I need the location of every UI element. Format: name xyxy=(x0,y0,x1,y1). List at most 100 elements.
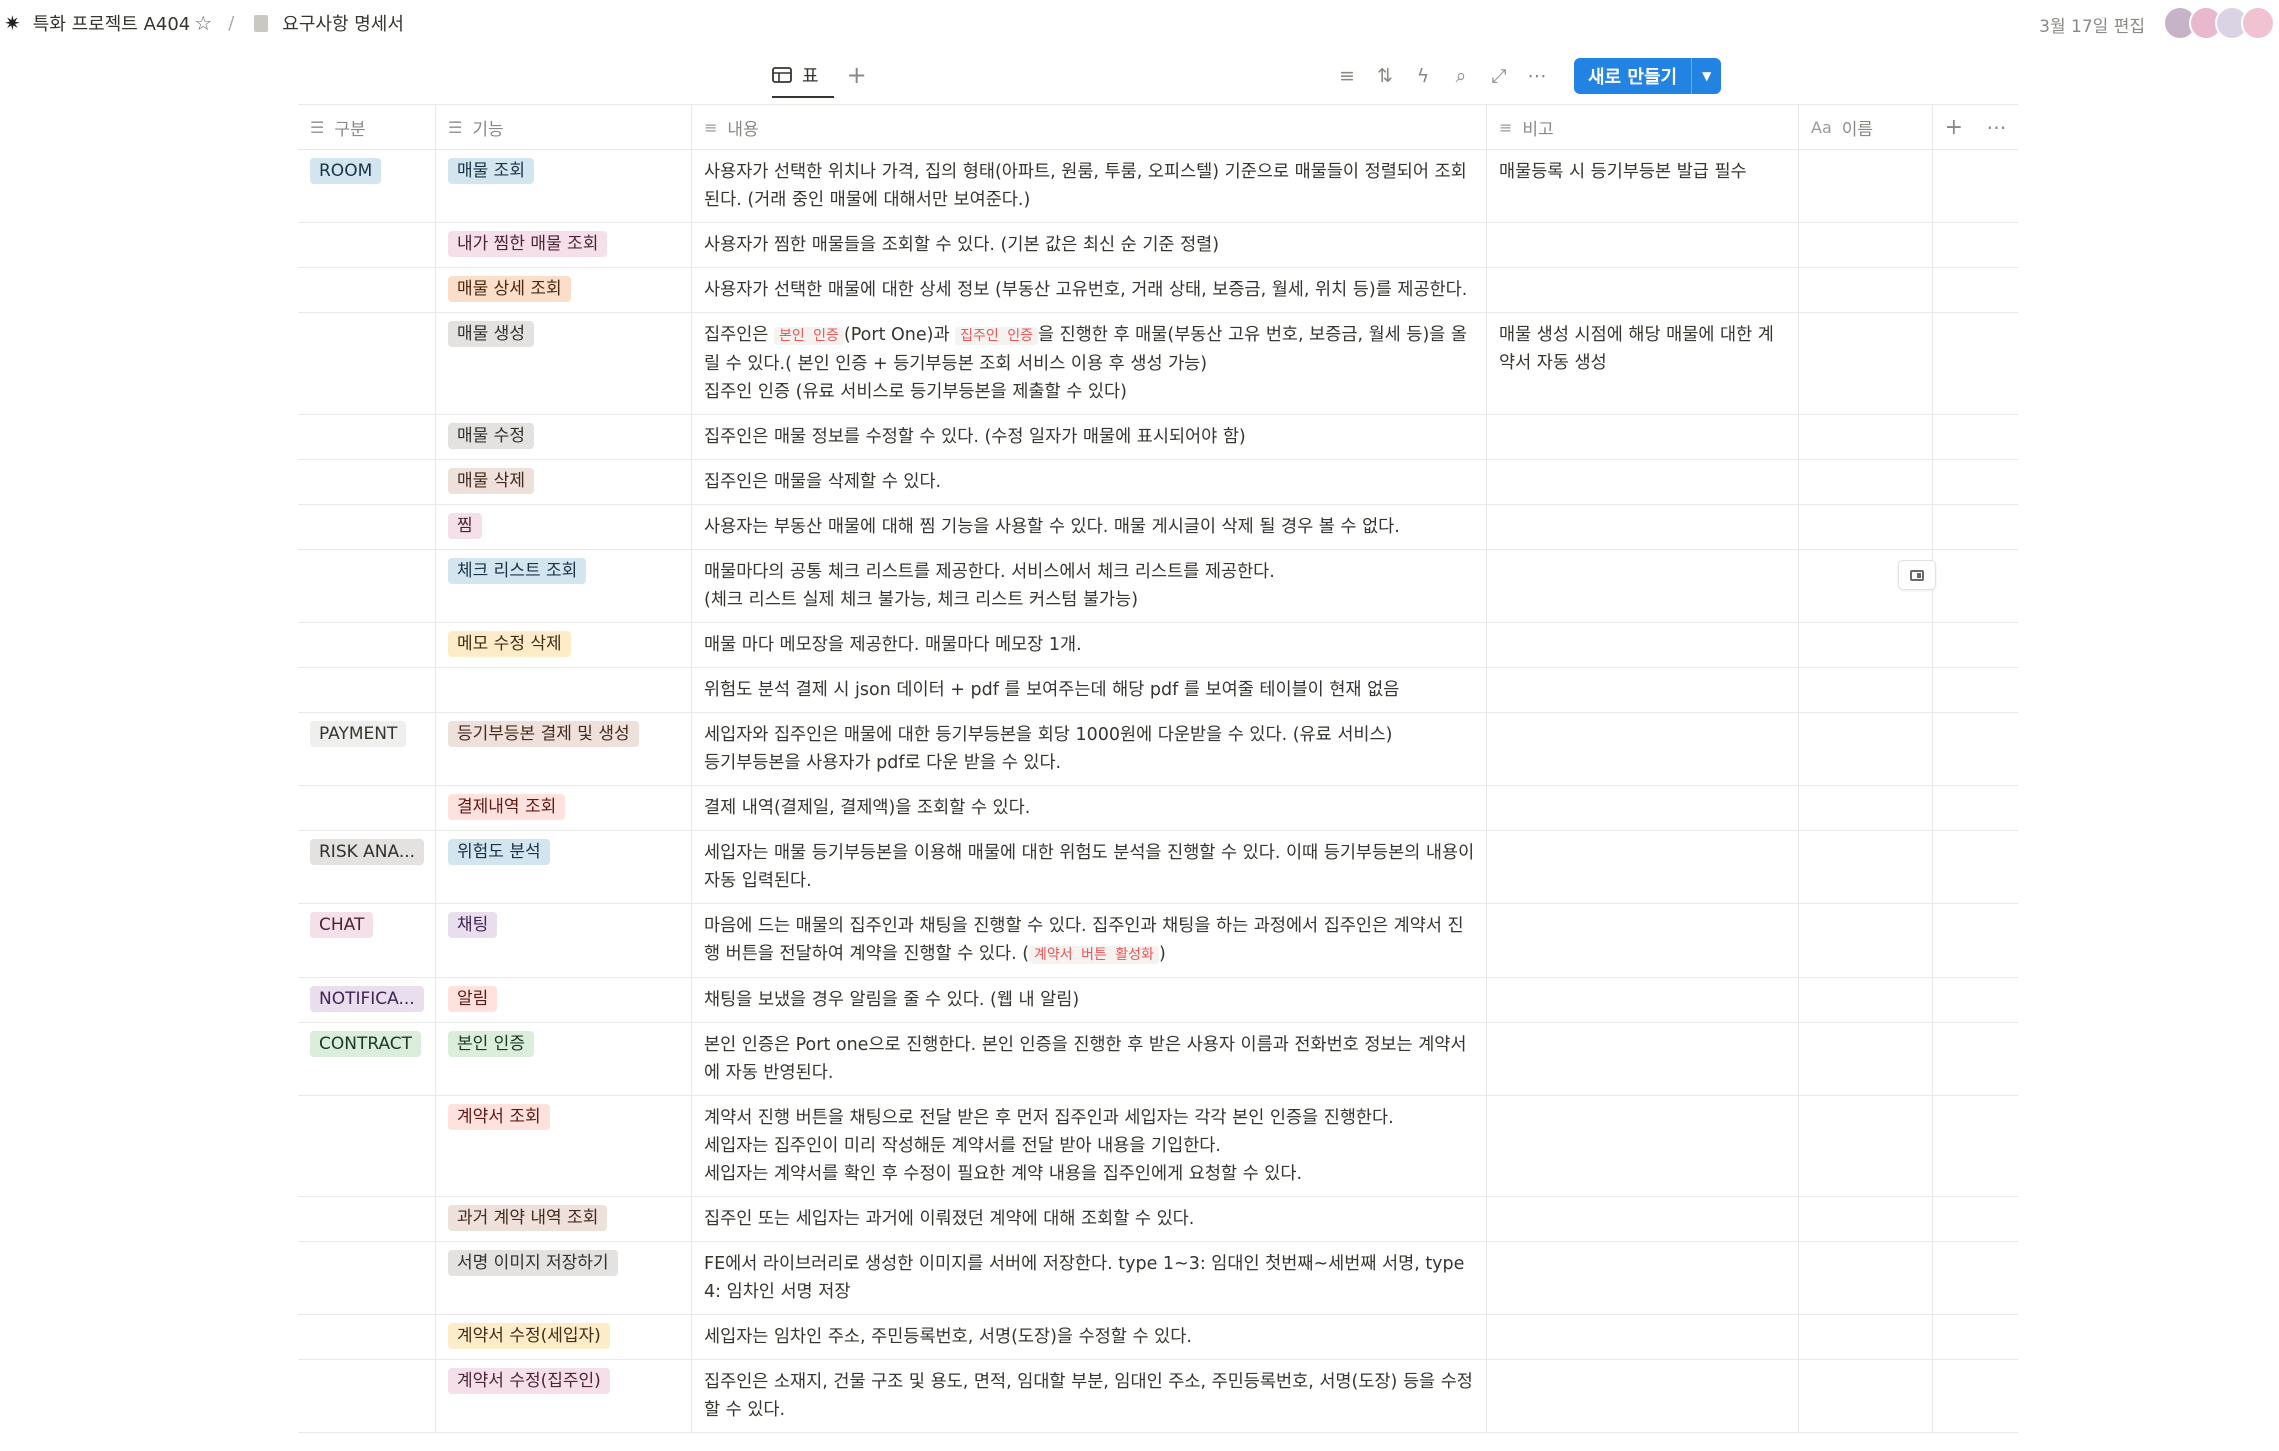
search-icon[interactable]: ⌕ xyxy=(1450,65,1472,87)
cell-category[interactable] xyxy=(298,1315,436,1359)
cell-name[interactable] xyxy=(1799,904,1933,977)
category-tag[interactable]: CHAT xyxy=(310,912,374,938)
table-row[interactable]: NOTIFICA... 알림 채팅을 보냈을 경우 알림을 줄 수 있다. (웹 내… xyxy=(298,978,2018,1023)
feature-tag[interactable]: 매물 생성 xyxy=(448,321,534,347)
cell-name[interactable] xyxy=(1799,786,1933,830)
table-row[interactable]: 내가 찜한 매물 조회 사용자가 찜한 매물들을 조회할 수 있다. (기본 값은… xyxy=(298,223,2018,268)
cell-category[interactable] xyxy=(298,415,436,459)
cell-note[interactable] xyxy=(1487,1023,1799,1095)
feature-tag[interactable]: 서명 이미지 저장하기 xyxy=(448,1250,618,1276)
cell-content[interactable]: 결제 내역(결제일, 결제액)을 조회할 수 있다. xyxy=(692,786,1487,830)
cell-name[interactable] xyxy=(1799,460,1933,504)
feature-tag[interactable]: 매물 삭제 xyxy=(448,468,534,494)
cell-note[interactable] xyxy=(1487,1315,1799,1359)
cell-category[interactable] xyxy=(298,460,436,504)
cell-name[interactable] xyxy=(1799,268,1933,312)
column-header-category[interactable]: ☰ 구분 xyxy=(298,105,436,149)
feature-tag[interactable]: 내가 찜한 매물 조회 xyxy=(448,231,608,257)
feature-tag[interactable]: 채팅 xyxy=(448,912,498,938)
feature-tag[interactable]: 매물 조회 xyxy=(448,158,534,184)
feature-tag[interactable]: 위험도 분석 xyxy=(448,839,550,865)
cell-note[interactable] xyxy=(1487,668,1799,712)
cell-content[interactable]: 매물 마다 메모장을 제공한다. 매물마다 메모장 1개. xyxy=(692,623,1487,667)
cell-note[interactable] xyxy=(1487,415,1799,459)
column-header-content[interactable]: ≡ 내용 xyxy=(692,105,1487,149)
cell-category[interactable] xyxy=(298,1360,436,1432)
table-row[interactable]: 계약서 수정(세입자) 세입자는 임차인 주소, 주민등록번호, 서명(도장)을 … xyxy=(298,1315,2018,1360)
cell-feature[interactable]: 매물 생성 xyxy=(436,313,692,414)
table-row[interactable]: 메모 수정 삭제 매물 마다 메모장을 제공한다. 매물마다 메모장 1개. xyxy=(298,623,2018,668)
open-as-page-icon[interactable] xyxy=(1898,560,1936,590)
cell-content[interactable]: 매물마다의 공통 체크 리스트를 제공한다. 서비스에서 체크 리스트를 제공한… xyxy=(692,550,1487,622)
cell-content[interactable]: 집주인 또는 세입자는 과거에 이뤄졌던 계약에 대해 조회할 수 있다. xyxy=(692,1197,1487,1241)
cell-feature[interactable]: 내가 찜한 매물 조회 xyxy=(436,223,692,267)
cell-note[interactable] xyxy=(1487,831,1799,903)
table-row[interactable]: 과거 계약 내역 조회 집주인 또는 세입자는 과거에 이뤄졌던 계약에 대해 조… xyxy=(298,1197,2018,1242)
feature-tag[interactable]: 메모 수정 삭제 xyxy=(448,631,571,657)
category-tag[interactable]: RISK ANA... xyxy=(310,839,425,865)
cell-feature[interactable] xyxy=(436,668,692,712)
cell-content[interactable]: 사용자가 찜한 매물들을 조회할 수 있다. (기본 값은 최신 순 기준 정렬… xyxy=(692,223,1487,267)
cell-category[interactable]: NOTIFICA... xyxy=(298,978,436,1022)
cell-name[interactable] xyxy=(1799,668,1933,712)
cell-category[interactable] xyxy=(298,505,436,549)
cell-feature[interactable]: 알림 xyxy=(436,978,692,1022)
category-tag[interactable]: CONTRACT xyxy=(310,1031,422,1057)
cell-feature[interactable]: 매물 삭제 xyxy=(436,460,692,504)
collaborator-avatars[interactable] xyxy=(2163,6,2275,40)
cell-name[interactable] xyxy=(1799,1315,1933,1359)
favorite-star-icon[interactable]: ☆ xyxy=(194,11,212,35)
cell-feature[interactable]: 찜 xyxy=(436,505,692,549)
cell-content[interactable]: 세입자는 매물 등기부등본을 이용해 매물에 대한 위험도 분석을 진행할 수 … xyxy=(692,831,1487,903)
category-tag[interactable]: PAYMENT xyxy=(310,721,407,747)
cell-name[interactable] xyxy=(1799,150,1933,222)
cell-note[interactable] xyxy=(1487,978,1799,1022)
feature-tag[interactable]: 계약서 조회 xyxy=(448,1104,550,1130)
cell-category[interactable] xyxy=(298,1242,436,1314)
cell-category[interactable]: ROOM xyxy=(298,150,436,222)
expand-icon[interactable]: ⤢ xyxy=(1488,65,1510,87)
feature-tag[interactable]: 과거 계약 내역 조회 xyxy=(448,1205,608,1231)
cell-name[interactable] xyxy=(1799,1197,1933,1241)
cell-note[interactable] xyxy=(1487,505,1799,549)
cell-note[interactable] xyxy=(1487,1360,1799,1432)
cell-category[interactable] xyxy=(298,1197,436,1241)
cell-feature[interactable]: 매물 수정 xyxy=(436,415,692,459)
cell-feature[interactable]: 등기부등본 결제 및 생성 xyxy=(436,713,692,785)
table-row[interactable]: 매물 삭제 집주인은 매물을 삭제할 수 있다. xyxy=(298,460,2018,505)
cell-note[interactable] xyxy=(1487,1197,1799,1241)
cell-feature[interactable]: 계약서 수정(집주인) xyxy=(436,1360,692,1432)
automation-lightning-icon[interactable]: ϟ xyxy=(1412,65,1434,87)
feature-tag[interactable]: 등기부등본 결제 및 생성 xyxy=(448,721,639,747)
chevron-down-icon[interactable]: ▼ xyxy=(1691,58,1721,94)
cell-category[interactable] xyxy=(298,550,436,622)
cell-category[interactable]: PAYMENT xyxy=(298,713,436,785)
cell-name[interactable] xyxy=(1799,1096,1933,1196)
cell-category[interactable]: CHAT xyxy=(298,904,436,977)
feature-tag[interactable]: 계약서 수정(세입자) xyxy=(448,1323,610,1349)
feature-tag[interactable]: 매물 수정 xyxy=(448,423,534,449)
cell-category[interactable] xyxy=(298,268,436,312)
sort-icon[interactable]: ⇅ xyxy=(1374,65,1396,87)
table-row[interactable]: 매물 수정 집주인은 매물 정보를 수정할 수 있다. (수정 일자가 매물에 표… xyxy=(298,415,2018,460)
cell-content[interactable]: 마음에 드는 매물의 집주인과 채팅을 진행할 수 있다. 집주인과 채팅을 하… xyxy=(692,904,1487,977)
table-row[interactable]: PAYMENT 등기부등본 결제 및 생성 세입자와 집주인은 매물에 대한 등기부… xyxy=(298,713,2018,786)
cell-content[interactable]: 계약서 진행 버튼을 채팅으로 전달 받은 후 먼저 집주인과 세입자는 각각 … xyxy=(692,1096,1487,1196)
cell-content[interactable]: 세입자는 임차인 주소, 주민등록번호, 서명(도장)을 수정할 수 있다. xyxy=(692,1315,1487,1359)
cell-feature[interactable]: 계약서 조회 xyxy=(436,1096,692,1196)
cell-note[interactable] xyxy=(1487,223,1799,267)
avatar[interactable] xyxy=(2241,6,2275,40)
cell-feature[interactable]: 결제내역 조회 xyxy=(436,786,692,830)
cell-feature[interactable]: 매물 조회 xyxy=(436,150,692,222)
cell-feature[interactable]: 매물 상세 조회 xyxy=(436,268,692,312)
table-row[interactable]: RISK ANA... 위험도 분석 세입자는 매물 등기부등본을 이용해 매물에 … xyxy=(298,831,2018,904)
cell-name[interactable] xyxy=(1799,415,1933,459)
feature-tag[interactable]: 체크 리스트 조회 xyxy=(448,558,587,584)
cell-category[interactable] xyxy=(298,313,436,414)
table-row[interactable]: 찜 사용자는 부동산 매물에 대해 찜 기능을 사용할 수 있다. 매물 게시글이… xyxy=(298,505,2018,550)
feature-tag[interactable]: 찜 xyxy=(448,513,482,539)
cell-note[interactable]: 매물 생성 시점에 해당 매물에 대한 계약서 자동 생성 xyxy=(1487,313,1799,414)
feature-tag[interactable]: 결제내역 조회 xyxy=(448,794,566,820)
cell-name[interactable] xyxy=(1799,623,1933,667)
cell-content[interactable]: 사용자가 선택한 위치나 가격, 집의 형태(아파트, 원룸, 투룸, 오피스텔… xyxy=(692,150,1487,222)
